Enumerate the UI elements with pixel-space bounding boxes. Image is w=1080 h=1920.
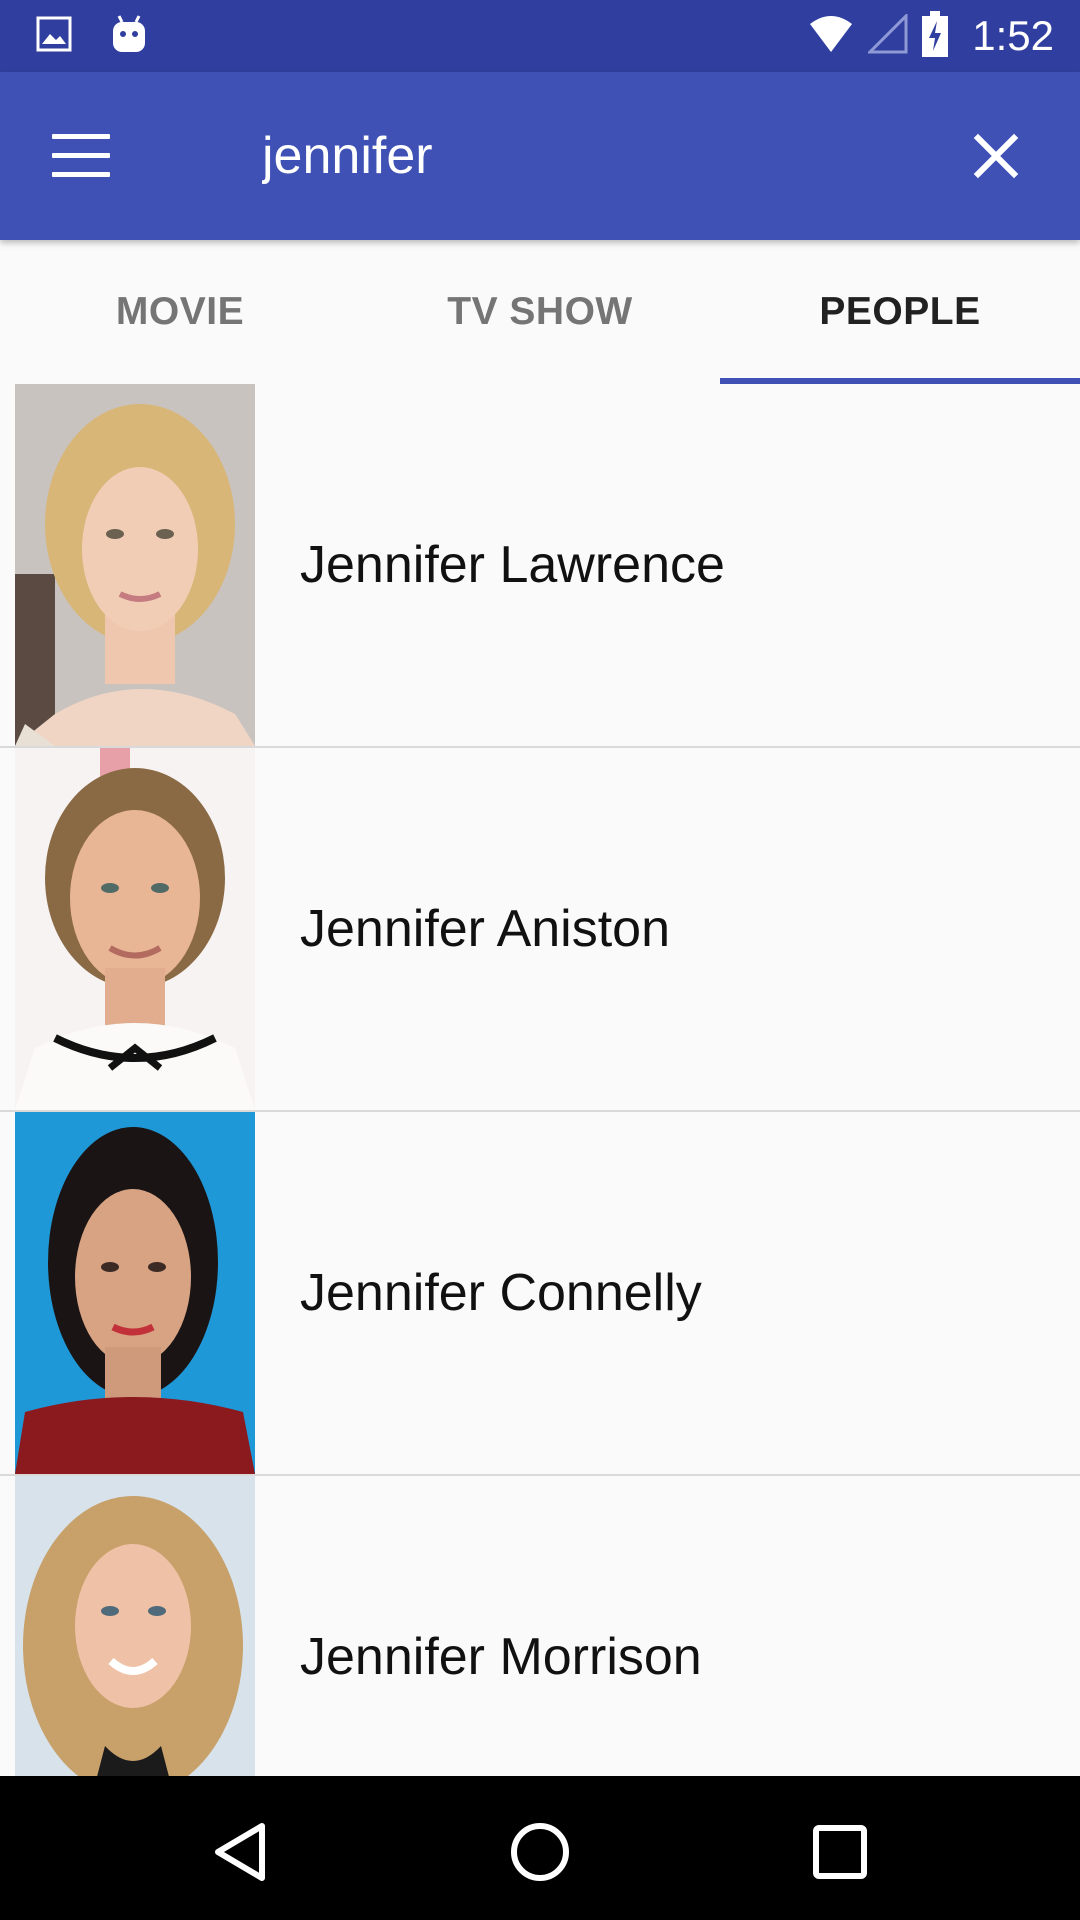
close-icon[interactable] [968,128,1024,184]
recents-icon[interactable] [800,1812,880,1892]
status-bar: 1:52 [0,0,1080,72]
list-item[interactable]: Jennifer Connelly [0,1112,1080,1476]
tab-tv-show[interactable]: TV SHOW [360,240,720,384]
android-icon [110,14,148,59]
person-name: Jennifer Lawrence [300,536,725,594]
tab-bar: MOVIE TV SHOW PEOPLE [0,240,1080,384]
person-photo [15,748,255,1110]
battery-charging-icon [922,10,949,62]
person-photo [15,1112,255,1474]
hamburger-menu-icon[interactable] [52,134,112,178]
home-icon[interactable] [500,1812,580,1892]
list-item[interactable]: Jennifer Morrison [0,1476,1080,1776]
list-item[interactable]: Jennifer Aniston [0,748,1080,1112]
person-photo [15,1476,255,1776]
people-list: Jennifer Lawrence Jennifer Aniston Jenni… [0,384,1080,1776]
tab-people[interactable]: PEOPLE [720,240,1080,384]
person-name: Jennifer Aniston [300,900,671,958]
back-icon[interactable] [200,1812,280,1892]
tab-movie[interactable]: MOVIE [0,240,360,384]
list-item[interactable]: Jennifer Lawrence [0,384,1080,748]
navigation-bar [0,1776,1080,1920]
person-photo [15,384,255,746]
clock: 1:52 [972,12,1054,59]
search-input[interactable] [262,124,902,188]
toolbar [0,72,1080,240]
image-icon [36,16,72,57]
person-name: Jennifer Morrison [300,1628,702,1686]
person-name: Jennifer Connelly [300,1264,702,1322]
signal-icon [866,11,908,59]
wifi-icon [808,14,854,59]
